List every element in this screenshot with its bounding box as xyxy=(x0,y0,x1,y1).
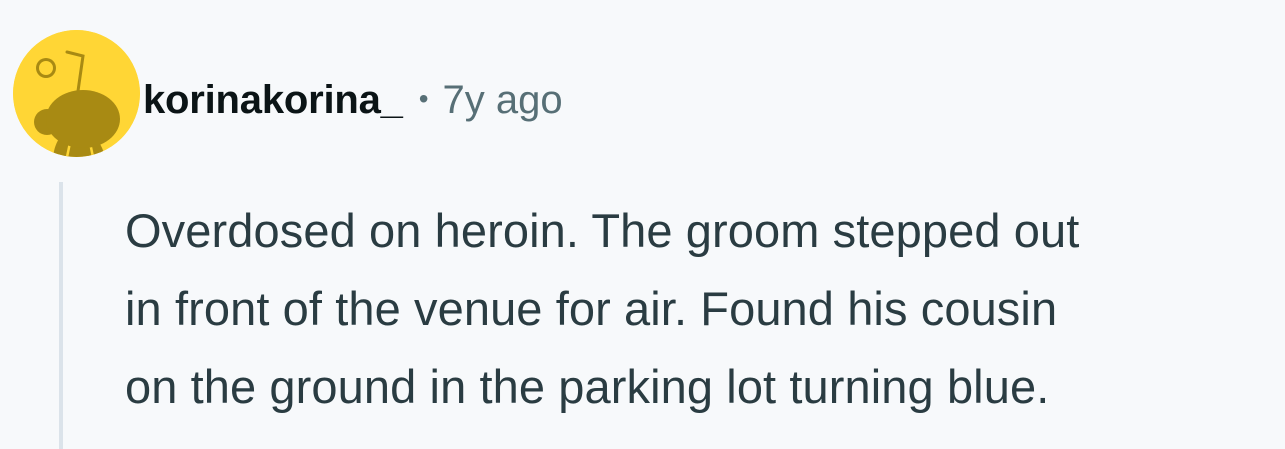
comment-body-line: Overdosed on heroin. The groom stepped o… xyxy=(125,204,1080,257)
comment-body-line: in front of the venue for air. Found his… xyxy=(125,282,1058,335)
comment-meta: korinakorina_ • 7y ago xyxy=(143,70,563,130)
snoo-avatar-icon xyxy=(13,30,140,157)
username-link[interactable]: korinakorina_ xyxy=(143,78,403,123)
meta-separator: • xyxy=(418,83,429,114)
thread-line[interactable] xyxy=(59,182,63,449)
avatar[interactable] xyxy=(13,30,140,157)
comment-body-line: on the ground in the parking lot turning… xyxy=(125,360,1050,413)
timestamp[interactable]: 7y ago xyxy=(443,78,563,123)
comment-body: Overdosed on heroin. The groom stepped o… xyxy=(125,192,1275,426)
comment: korinakorina_ • 7y ago Overdosed on hero… xyxy=(0,0,1285,449)
